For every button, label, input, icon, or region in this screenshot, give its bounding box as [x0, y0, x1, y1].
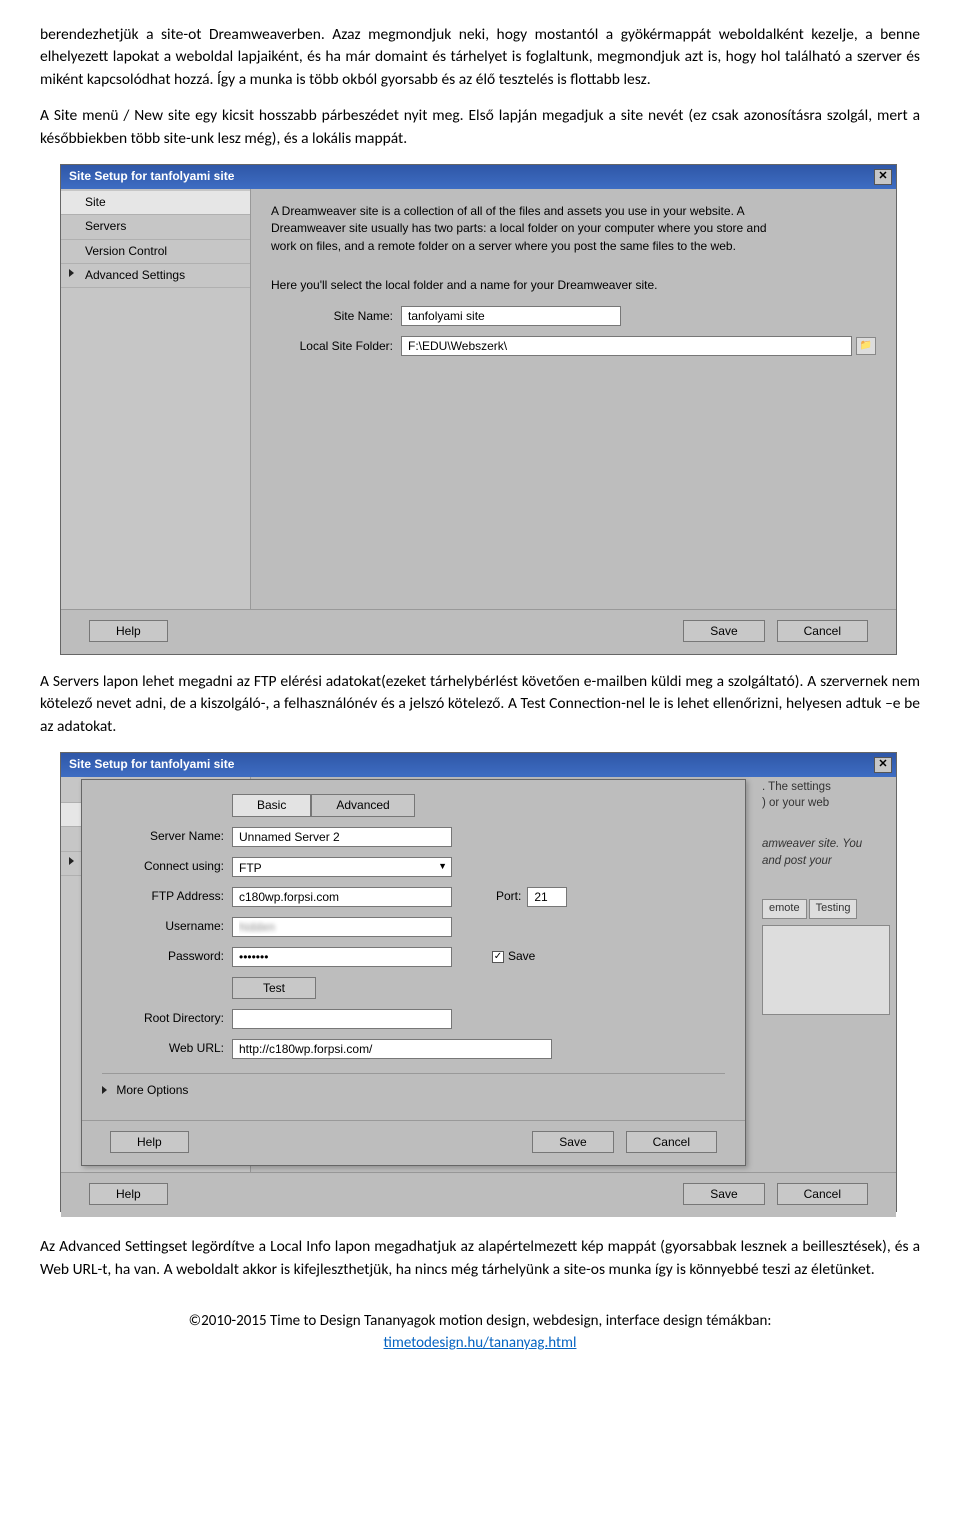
port-input[interactable] — [527, 887, 567, 907]
inner-footer: Help Save Cancel — [82, 1120, 745, 1165]
footer-link[interactable]: timetodesign.hu/tananyag.html — [384, 1334, 577, 1352]
save-button[interactable]: Save — [683, 1183, 764, 1205]
cut-text: emote — [762, 899, 807, 919]
help-button[interactable]: Help — [110, 1131, 189, 1153]
cut-text: ) or your web — [762, 795, 890, 812]
folder-browse-icon[interactable]: 📁 — [856, 337, 876, 355]
root-dir-label: Root Directory: — [102, 1010, 232, 1027]
site-name-label: Site Name: — [271, 308, 401, 325]
titlebar[interactable]: Site Setup for tanfolyami site ✕ — [61, 165, 896, 188]
ftp-address-input[interactable] — [232, 887, 452, 907]
paragraph-4: Az Advanced Settingset legördítve a Loca… — [40, 1236, 920, 1281]
root-dir-input[interactable] — [232, 1009, 452, 1029]
cut-text: amweaver site. You — [762, 836, 890, 853]
dialog-title: Site Setup for tanfolyami site — [69, 168, 234, 185]
connect-using-label: Connect using: — [102, 858, 232, 875]
folder-input[interactable] — [401, 336, 852, 356]
username-label: Username: — [102, 918, 232, 935]
connect-using-select[interactable]: FTP — [232, 857, 452, 877]
web-url-label: Web URL: — [102, 1040, 232, 1057]
save-checkbox-wrap[interactable]: ✓ Save — [492, 948, 535, 965]
sidebar-item-servers[interactable]: Servers — [61, 215, 250, 239]
sidebar-item-site[interactable]: Site — [61, 191, 250, 215]
more-options[interactable]: More Options — [116, 1083, 188, 1097]
main-pane: A Dreamweaver site is a collection of al… — [251, 189, 896, 609]
server-settings-panel: Basic Advanced Server Name: Connect usin… — [81, 779, 746, 1166]
info-text-2: Here you'll select the local folder and … — [271, 277, 791, 294]
site-setup-dialog-2: Site Setup for tanfolyami site ✕ Site Se… — [60, 752, 897, 1212]
tab-advanced[interactable]: Advanced — [311, 794, 414, 817]
chevron-right-icon — [102, 1086, 107, 1094]
chevron-right-icon — [69, 269, 74, 277]
footer-text: ©2010-2015 Time to Design Tananyagok mot… — [189, 1312, 772, 1330]
cut-box — [762, 925, 890, 1015]
password-label: Password: — [102, 948, 232, 965]
ftp-address-label: FTP Address: — [102, 888, 232, 905]
password-input[interactable] — [232, 947, 452, 967]
close-icon[interactable]: ✕ — [874, 757, 892, 773]
page-footer: ©2010-2015 Time to Design Tananyagok mot… — [40, 1311, 920, 1355]
sidebar-item-label: Advanced Settings — [85, 268, 185, 282]
help-button[interactable]: Help — [89, 1183, 168, 1205]
web-url-input[interactable] — [232, 1039, 552, 1059]
titlebar[interactable]: Site Setup for tanfolyami site ✕ — [61, 753, 896, 776]
cancel-button[interactable]: Cancel — [777, 620, 868, 642]
port-label: Port: — [496, 888, 521, 905]
cancel-button[interactable]: Cancel — [626, 1131, 717, 1153]
checkbox-icon[interactable]: ✓ — [492, 951, 504, 963]
save-button[interactable]: Save — [532, 1131, 613, 1153]
outer-footer: Help Save Cancel — [61, 1172, 896, 1217]
test-button[interactable]: Test — [232, 977, 316, 999]
paragraph-1: berendezhetjük a site-ot Dreamweaverben.… — [40, 24, 920, 91]
close-icon[interactable]: ✕ — [874, 169, 892, 185]
site-setup-dialog-1: Site Setup for tanfolyami site ✕ Site Se… — [60, 164, 897, 654]
tab-basic[interactable]: Basic — [232, 794, 311, 817]
chevron-right-icon — [69, 857, 74, 865]
server-name-label: Server Name: — [102, 828, 232, 845]
server-name-input[interactable] — [232, 827, 452, 847]
save-checkbox-label: Save — [508, 948, 535, 965]
cut-text: Testing — [809, 899, 858, 919]
sidebar-item-version[interactable]: Version Control — [61, 240, 250, 264]
folder-label: Local Site Folder: — [271, 338, 401, 355]
cut-text: . The settings — [762, 779, 890, 796]
tabbar: Basic Advanced — [232, 794, 725, 817]
side-cut-text: . The settings ) or your web amweaver si… — [756, 777, 896, 1172]
info-text-1: A Dreamweaver site is a collection of al… — [271, 203, 791, 255]
cancel-button[interactable]: Cancel — [777, 1183, 868, 1205]
paragraph-2: A Site menü / New site egy kicsit hossza… — [40, 105, 920, 150]
username-input[interactable] — [232, 917, 452, 937]
sidebar: Site Servers Version Control Advanced Se… — [61, 189, 251, 609]
save-button[interactable]: Save — [683, 620, 764, 642]
paragraph-3: A Servers lapon lehet megadni az FTP elé… — [40, 671, 920, 738]
sidebar-item-advanced[interactable]: Advanced Settings — [61, 264, 250, 288]
dialog-footer: Help Save Cancel — [61, 609, 896, 654]
cut-text: and post your — [762, 853, 890, 870]
site-name-input[interactable] — [401, 306, 621, 326]
help-button[interactable]: Help — [89, 620, 168, 642]
main-pane-outer: . The settings ) or your web amweaver si… — [251, 777, 896, 1172]
dialog-title: Site Setup for tanfolyami site — [69, 756, 234, 773]
